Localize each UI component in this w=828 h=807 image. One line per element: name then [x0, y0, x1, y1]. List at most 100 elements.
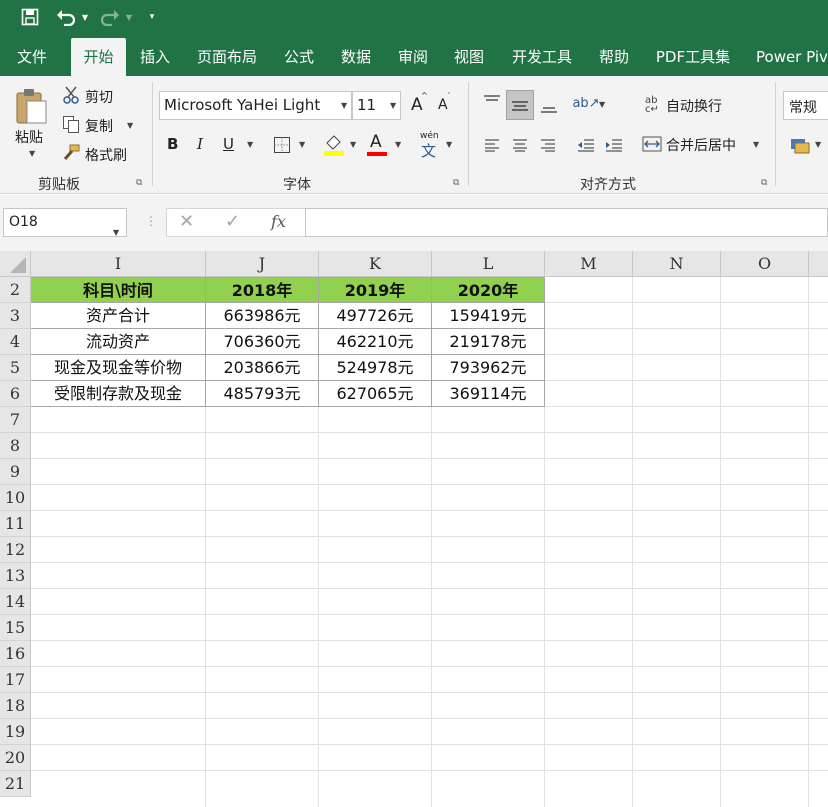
- paste-dropdown-icon[interactable]: ▼: [29, 149, 35, 158]
- table-cell[interactable]: 受限制存款及现金: [31, 381, 206, 407]
- font-name-dropdown-icon[interactable]: ▼: [341, 101, 347, 110]
- table-cell[interactable]: 497726元: [319, 303, 432, 329]
- table-header-cell[interactable]: 2018年: [206, 277, 319, 303]
- table-cell[interactable]: 793962元: [432, 355, 545, 381]
- row-header[interactable]: 21: [0, 771, 31, 797]
- copy-icon[interactable]: [60, 114, 82, 134]
- table-cell[interactable]: 流动资产: [31, 329, 206, 355]
- paste-button[interactable]: 粘贴: [15, 127, 43, 147]
- align-middle-icon[interactable]: [506, 90, 534, 120]
- column-header-L[interactable]: L: [432, 251, 545, 277]
- row-header[interactable]: 5: [0, 355, 31, 381]
- table-header-cell[interactable]: 2020年: [432, 277, 545, 303]
- formula-bar-grip-icon[interactable]: ⋮: [145, 214, 157, 228]
- table-cell[interactable]: 219178元: [432, 329, 545, 355]
- merge-center-icon[interactable]: [641, 133, 663, 155]
- table-cell[interactable]: 462210元: [319, 329, 432, 355]
- table-cell[interactable]: 663986元: [206, 303, 319, 329]
- tab-file[interactable]: 文件: [6, 38, 58, 76]
- currency-format-icon[interactable]: [789, 134, 811, 156]
- wrap-text-icon[interactable]: ab c↵: [641, 94, 663, 116]
- currency-dropdown-icon[interactable]: ▼: [815, 140, 821, 149]
- table-cell[interactable]: 524978元: [319, 355, 432, 381]
- underline-dropdown-icon[interactable]: ▼: [247, 140, 253, 149]
- format-painter-button[interactable]: 格式刷: [85, 145, 127, 165]
- copy-dropdown-icon[interactable]: ▼: [127, 121, 133, 130]
- row-header[interactable]: 8: [0, 433, 31, 459]
- row-header[interactable]: 17: [0, 667, 31, 693]
- table-cell[interactable]: 159419元: [432, 303, 545, 329]
- column-header-M[interactable]: M: [545, 251, 633, 277]
- table-cell[interactable]: 706360元: [206, 329, 319, 355]
- cancel-icon[interactable]: ✕: [179, 211, 194, 232]
- borders-icon[interactable]: [271, 134, 293, 156]
- row-header[interactable]: 3: [0, 303, 31, 329]
- font-launcher-icon[interactable]: ⧉: [453, 178, 463, 188]
- tab-formulas[interactable]: 公式: [274, 38, 324, 76]
- select-all-button[interactable]: [0, 251, 31, 277]
- column-header-O[interactable]: O: [721, 251, 809, 277]
- row-header[interactable]: 10: [0, 485, 31, 511]
- font-color-button[interactable]: A: [370, 132, 382, 152]
- align-right-icon[interactable]: [535, 133, 561, 157]
- fill-color-dropdown-icon[interactable]: ▼: [350, 140, 356, 149]
- row-header[interactable]: 14: [0, 589, 31, 615]
- phonetic-dropdown-icon[interactable]: ▼: [446, 140, 452, 149]
- table-cell[interactable]: 627065元: [319, 381, 432, 407]
- row-header[interactable]: 20: [0, 745, 31, 771]
- row-header[interactable]: 11: [0, 511, 31, 537]
- enter-icon[interactable]: ✓: [225, 211, 240, 232]
- orientation-icon[interactable]: ab↗: [572, 92, 599, 114]
- fill-color-icon[interactable]: [322, 132, 346, 158]
- column-header-K[interactable]: K: [319, 251, 432, 277]
- borders-dropdown-icon[interactable]: ▼: [299, 140, 305, 149]
- font-size-dropdown-icon[interactable]: ▼: [390, 101, 396, 110]
- row-header[interactable]: 18: [0, 693, 31, 719]
- row-header[interactable]: 19: [0, 719, 31, 745]
- row-header[interactable]: 2: [0, 277, 31, 303]
- row-header[interactable]: 13: [0, 563, 31, 589]
- format-painter-icon[interactable]: [60, 143, 82, 163]
- row-header[interactable]: 4: [0, 329, 31, 355]
- bold-button[interactable]: B: [167, 135, 178, 153]
- tab-home[interactable]: 开始: [71, 38, 126, 76]
- align-left-icon[interactable]: [479, 133, 505, 157]
- copy-button[interactable]: 复制: [85, 116, 113, 136]
- row-header[interactable]: 6: [0, 381, 31, 407]
- row-header[interactable]: 9: [0, 459, 31, 485]
- alignment-launcher-icon[interactable]: ⧉: [761, 178, 771, 188]
- customize-qat-icon[interactable]: ▾: [146, 6, 158, 28]
- merge-center-button[interactable]: 合并后居中: [666, 135, 736, 155]
- tab-insert[interactable]: 插入: [130, 38, 180, 76]
- tab-pdf-tools[interactable]: PDF工具集: [648, 38, 738, 76]
- table-header-cell[interactable]: 科目\时间: [31, 277, 206, 303]
- align-top-icon[interactable]: [479, 90, 505, 114]
- row-header[interactable]: 7: [0, 407, 31, 433]
- tab-help[interactable]: 帮助: [589, 38, 639, 76]
- underline-button[interactable]: U: [223, 135, 234, 153]
- paste-icon[interactable]: [13, 86, 49, 126]
- wrap-text-button[interactable]: 自动换行: [666, 96, 722, 116]
- undo-dropdown-icon[interactable]: ▼: [80, 6, 90, 28]
- insert-function-button[interactable]: fx: [271, 212, 286, 231]
- save-icon[interactable]: [19, 6, 41, 28]
- font-name-combobox[interactable]: Microsoft YaHei Light ▼: [159, 91, 352, 120]
- italic-button[interactable]: I: [197, 135, 203, 153]
- number-format-combobox[interactable]: 常规: [783, 91, 828, 120]
- formula-input[interactable]: [305, 208, 828, 237]
- font-size-combobox[interactable]: 11 ▼: [352, 91, 401, 120]
- table-cell[interactable]: 资产合计: [31, 303, 206, 329]
- row-header[interactable]: 16: [0, 641, 31, 667]
- row-header[interactable]: 15: [0, 615, 31, 641]
- tab-developer[interactable]: 开发工具: [503, 38, 581, 76]
- tab-view[interactable]: 视图: [444, 38, 494, 76]
- column-header-N[interactable]: N: [633, 251, 721, 277]
- scissors-icon[interactable]: [60, 85, 82, 105]
- font-color-dropdown-icon[interactable]: ▼: [395, 140, 401, 149]
- table-header-cell[interactable]: 2019年: [319, 277, 432, 303]
- increase-indent-icon[interactable]: [601, 133, 627, 157]
- tab-data[interactable]: 数据: [331, 38, 381, 76]
- cut-button[interactable]: 剪切: [85, 87, 113, 107]
- column-header-J[interactable]: J: [206, 251, 319, 277]
- table-cell[interactable]: 369114元: [432, 381, 545, 407]
